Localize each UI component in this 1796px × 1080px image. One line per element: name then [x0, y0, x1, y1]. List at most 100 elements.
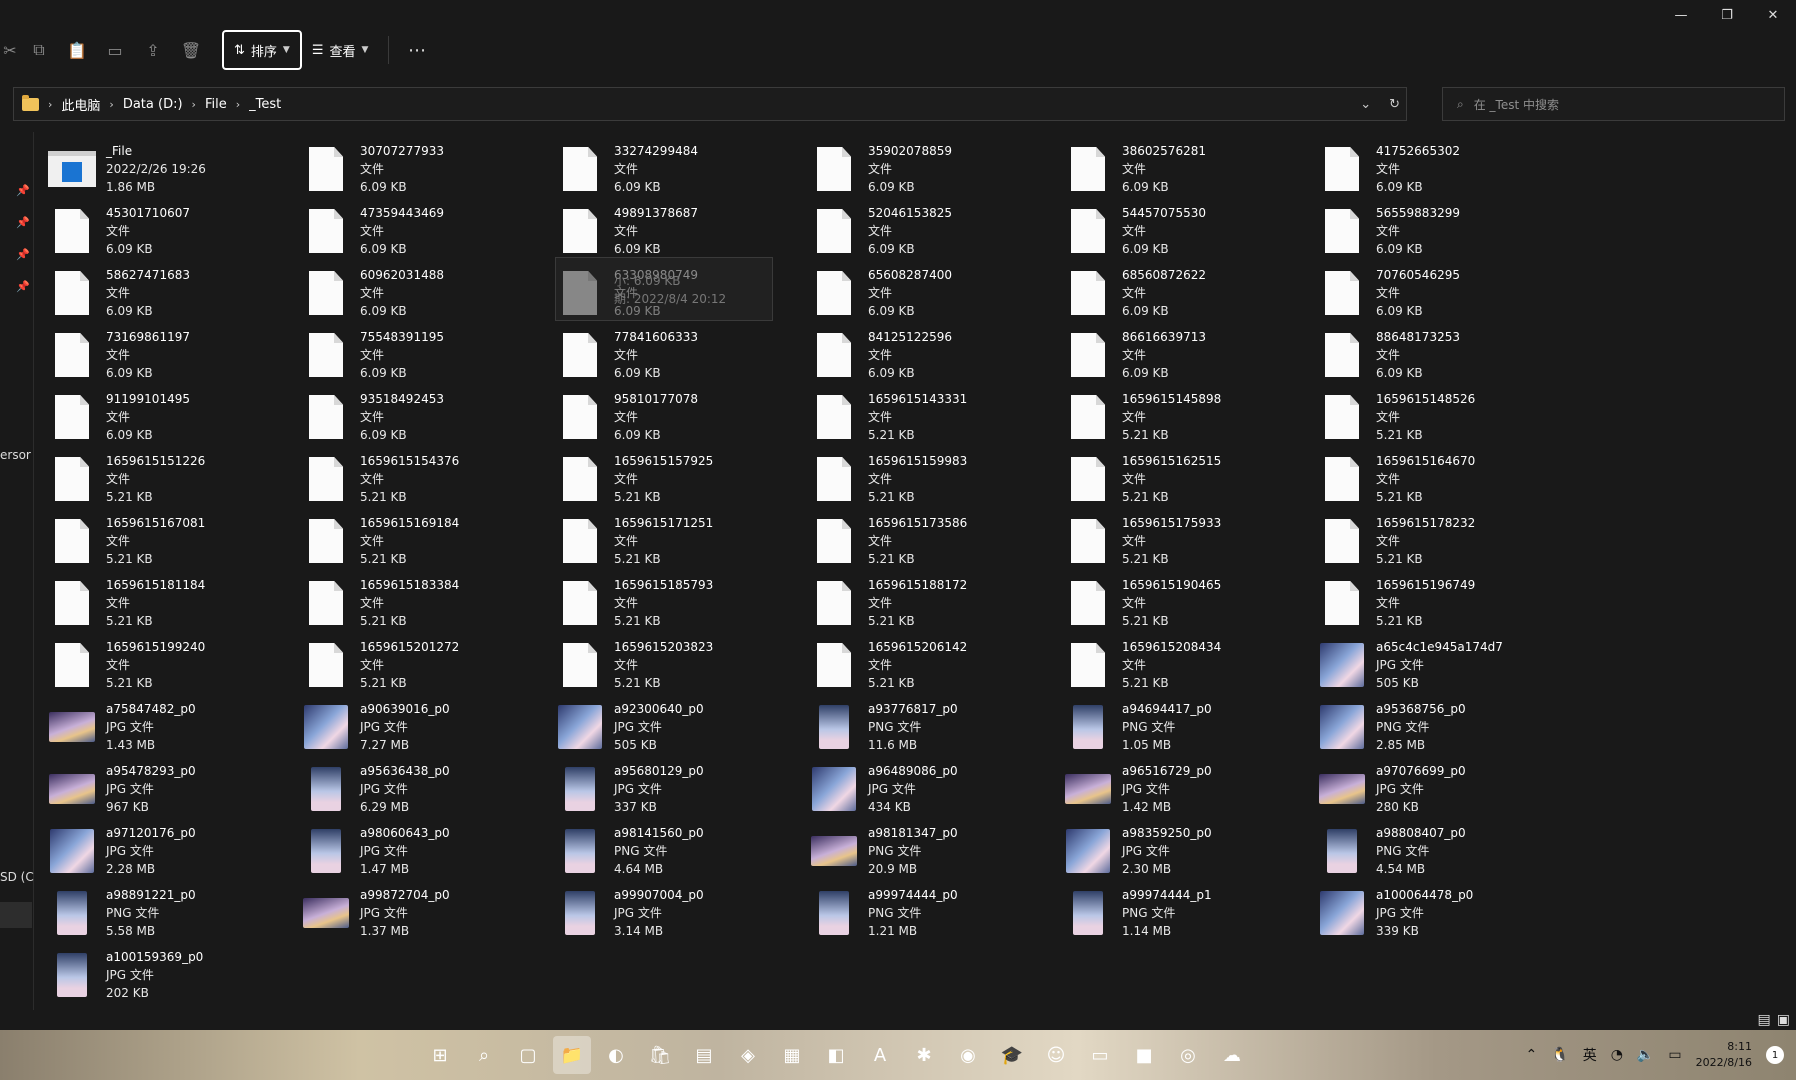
file-item[interactable]: a97120176_p0 JPG 文件 2.28 MB: [48, 820, 302, 882]
screen-app-icon[interactable]: ▭: [1081, 1036, 1119, 1074]
office-icon[interactable]: ◧: [817, 1036, 855, 1074]
file-item[interactable]: 91199101495 文件 6.09 KB: [48, 386, 302, 448]
file-item[interactable]: 1659615154376 文件 5.21 KB: [302, 448, 556, 510]
pin-icon[interactable]: 📌: [16, 280, 30, 293]
file-item[interactable]: 1659615196749 文件 5.21 KB: [1318, 572, 1572, 634]
breadcrumb-current[interactable]: _Test: [249, 97, 281, 112]
tray-overflow-icon[interactable]: ⌃: [1526, 1047, 1538, 1063]
file-item[interactable]: a98181347_p0 PNG 文件 20.9 MB: [810, 820, 1064, 882]
file-item[interactable]: a99907004_p0 JPG 文件 3.14 MB: [556, 882, 810, 944]
file-item[interactable]: a98141560_p0 PNG 文件 4.64 MB: [556, 820, 810, 882]
refresh-icon[interactable]: ↻: [1389, 97, 1400, 112]
file-item[interactable]: 1659615175933 文件 5.21 KB: [1064, 510, 1318, 572]
start-icon[interactable]: ⊞: [421, 1036, 459, 1074]
file-item[interactable]: 93518492453 文件 6.09 KB: [302, 386, 556, 448]
file-item[interactable]: 1659615173586 文件 5.21 KB: [810, 510, 1064, 572]
text-editor-icon[interactable]: A: [861, 1036, 899, 1074]
share-icon[interactable]: ⇪: [134, 34, 172, 66]
cyan-app-icon[interactable]: ◎: [1169, 1036, 1207, 1074]
file-item[interactable]: a100064478_p0 JPG 文件 339 KB: [1318, 882, 1572, 944]
file-item[interactable]: a99974444_p0 PNG 文件 1.21 MB: [810, 882, 1064, 944]
store-icon[interactable]: 🛍: [641, 1036, 679, 1074]
file-item[interactable]: a97076699_p0 JPG 文件 280 KB: [1318, 758, 1572, 820]
file-item[interactable]: 1659615164670 文件 5.21 KB: [1318, 448, 1572, 510]
edge-icon[interactable]: ◐: [597, 1036, 635, 1074]
file-item[interactable]: a96489086_p0 JPG 文件 434 KB: [810, 758, 1064, 820]
history-dropdown-icon[interactable]: ⌄: [1360, 97, 1371, 112]
file-item[interactable]: 45301710607 文件 6.09 KB: [48, 200, 302, 262]
breadcrumb-this-pc[interactable]: 此电脑: [61, 95, 100, 114]
file-item[interactable]: a95680129_p0 JPG 文件 337 KB: [556, 758, 810, 820]
close-button[interactable]: ✕: [1750, 0, 1796, 30]
file-item[interactable]: 1659615148526 文件 5.21 KB: [1318, 386, 1572, 448]
rename-icon[interactable]: ▭: [96, 34, 134, 66]
file-item[interactable]: 1659615169184 文件 5.21 KB: [302, 510, 556, 572]
file-item[interactable]: 1659615188172 文件 5.21 KB: [810, 572, 1064, 634]
file-item[interactable]: 52046153825 文件 6.09 KB: [810, 200, 1064, 262]
paste-icon[interactable]: 📋: [58, 34, 96, 66]
file-item[interactable]: a98808407_p0 PNG 文件 4.54 MB: [1318, 820, 1572, 882]
pin-icon[interactable]: 📌: [16, 184, 30, 197]
file-item[interactable]: 49891378687 文件 6.09 KB: [556, 200, 810, 262]
qq-icon[interactable]: 🐧: [1551, 1047, 1568, 1063]
file-item[interactable]: a96516729_p0 JPG 文件 1.42 MB: [1064, 758, 1318, 820]
clock[interactable]: 8:11 2022/8/16: [1696, 1039, 1752, 1071]
file-item[interactable]: 86616639713 文件 6.09 KB: [1064, 324, 1318, 386]
nav-item-ssd[interactable]: SD (C: [0, 870, 34, 884]
file-item[interactable]: 70760546295 文件 6.09 KB: [1318, 262, 1572, 324]
file-item[interactable]: 1659615145898 文件 5.21 KB: [1064, 386, 1318, 448]
file-item[interactable]: 1659615171251 文件 5.21 KB: [556, 510, 810, 572]
battery-icon[interactable]: ▭: [1668, 1047, 1681, 1063]
restore-button[interactable]: ❐: [1704, 0, 1750, 30]
graduation-app-icon[interactable]: 🎓: [993, 1036, 1031, 1074]
more-options-button[interactable]: ⋯: [399, 40, 435, 61]
file-item[interactable]: 54457075530 文件 6.09 KB: [1064, 200, 1318, 262]
file-item[interactable]: 60962031488 文件 6.09 KB: [302, 262, 556, 324]
file-item[interactable]: 41752665302 文件 6.09 KB: [1318, 138, 1572, 200]
file-item[interactable]: 38602576281 文件 6.09 KB: [1064, 138, 1318, 200]
file-item[interactable]: 1659615190465 文件 5.21 KB: [1064, 572, 1318, 634]
sort-button[interactable]: ⇅ 排序 ▼: [222, 30, 302, 70]
file-item[interactable]: a95636438_p0 JPG 文件 6.29 MB: [302, 758, 556, 820]
file-item[interactable]: 30707277933 文件 6.09 KB: [302, 138, 556, 200]
file-item[interactable]: 1659615183384 文件 5.21 KB: [302, 572, 556, 634]
file-item[interactable]: 1659615159983 文件 5.21 KB: [810, 448, 1064, 510]
file-item[interactable]: a94694417_p0 PNG 文件 1.05 MB: [1064, 696, 1318, 758]
file-item[interactable]: a98891221_p0 PNG 文件 5.58 MB: [48, 882, 302, 944]
red-app-icon[interactable]: ■: [1125, 1036, 1163, 1074]
file-item[interactable]: a92300640_p0 JPG 文件 505 KB: [556, 696, 810, 758]
delete-icon[interactable]: 🗑: [172, 34, 210, 66]
large-icons-view-icon[interactable]: ▣: [1777, 1012, 1790, 1028]
address-bar[interactable]: › 此电脑 › Data (D:) › File › _Test ⌄ ↻: [13, 87, 1407, 121]
file-item[interactable]: 84125122596 文件 6.09 KB: [810, 324, 1064, 386]
file-item[interactable]: a100159369_p0 JPG 文件 202 KB: [48, 944, 302, 1006]
file-item[interactable]: _File 2022/2/26 19:26 1.86 MB: [48, 138, 302, 200]
file-item[interactable]: a93776817_p0 PNG 文件 11.6 MB: [810, 696, 1064, 758]
devtools-icon[interactable]: ▤: [685, 1036, 723, 1074]
search-box[interactable]: ⌕ 在 _Test 中搜索: [1442, 87, 1785, 121]
file-item[interactable]: 1659615178232 文件 5.21 KB: [1318, 510, 1572, 572]
notification-badge[interactable]: 1: [1766, 1046, 1784, 1064]
file-item[interactable]: 1659615199240 文件 5.21 KB: [48, 634, 302, 696]
file-item[interactable]: a65c4c1e945a174d7 JPG 文件 505 KB: [1318, 634, 1572, 696]
github-icon[interactable]: ◉: [949, 1036, 987, 1074]
file-item[interactable]: 1659615162515 文件 5.21 KB: [1064, 448, 1318, 510]
search-icon[interactable]: ⌕: [465, 1036, 503, 1074]
cut-icon[interactable]: ✂: [0, 34, 20, 66]
file-item[interactable]: 47359443469 文件 6.09 KB: [302, 200, 556, 262]
file-item[interactable]: a99872704_p0 JPG 文件 1.37 MB: [302, 882, 556, 944]
nav-item-personal[interactable]: ersor: [0, 448, 31, 462]
file-item[interactable]: 1659615185793 文件 5.21 KB: [556, 572, 810, 634]
view-button[interactable]: ☰ 查看 ▼: [302, 30, 379, 70]
file-item[interactable]: a90639016_p0 JPG 文件 7.27 MB: [302, 696, 556, 758]
dev-app-icon[interactable]: ✱: [905, 1036, 943, 1074]
wifi-icon[interactable]: ◔: [1611, 1047, 1623, 1063]
file-item[interactable]: 65608287400 文件 6.09 KB: [810, 262, 1064, 324]
file-item[interactable]: 1659615206142 文件 5.21 KB: [810, 634, 1064, 696]
file-item[interactable]: 88648173253 文件 6.09 KB: [1318, 324, 1572, 386]
vscode-icon[interactable]: ◈: [729, 1036, 767, 1074]
file-item[interactable]: a75847482_p0 JPG 文件 1.43 MB: [48, 696, 302, 758]
file-item[interactable]: 1659615208434 文件 5.21 KB: [1064, 634, 1318, 696]
file-item[interactable]: 1659615201272 文件 5.21 KB: [302, 634, 556, 696]
ime-indicator[interactable]: 英: [1583, 1045, 1597, 1065]
